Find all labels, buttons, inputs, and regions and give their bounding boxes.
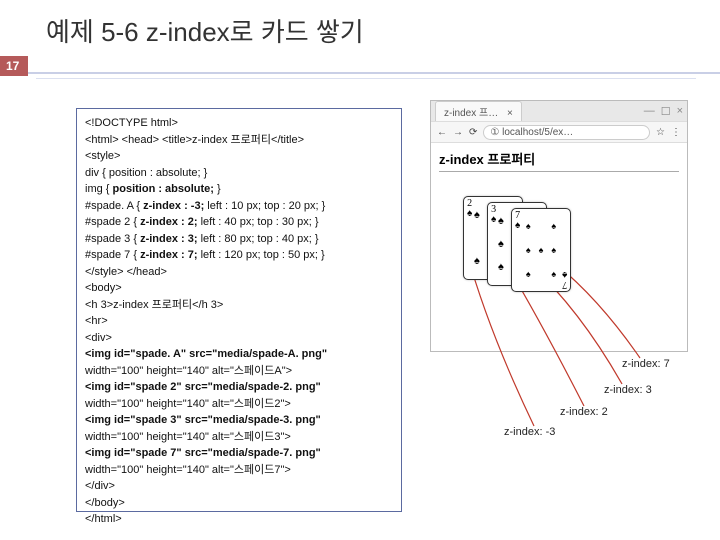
window-minimize-icon[interactable]: — — [644, 105, 655, 118]
browser-window: z-index 프… × — ☐ × ← → ⟳ ① localhost/5/e… — [430, 100, 688, 352]
code-line: </html> — [85, 511, 393, 528]
tab-close-icon[interactable]: × — [507, 108, 513, 119]
browser-tabbar: z-index 프… × — ☐ × — [431, 101, 687, 121]
annotation-z3: z-index: 3 — [604, 384, 652, 396]
code-line: <div> — [85, 330, 393, 347]
code-line: #spade 3 { z-index : 3; left : 80 px; to… — [85, 231, 393, 248]
code-line: #spade 2 { z-index : 2; left : 40 px; to… — [85, 214, 393, 231]
code-line: <style> — [85, 148, 393, 165]
kebab-menu-icon[interactable]: ⋮ — [671, 127, 681, 138]
page-heading: z-index 프로퍼티 — [431, 143, 687, 168]
window-close-icon[interactable]: × — [677, 105, 683, 118]
page-number-badge: 17 — [0, 56, 28, 76]
nav-forward-icon[interactable]: → — [453, 127, 463, 138]
divider — [36, 78, 696, 79]
code-line: width="100" height="140" alt="스페이드2"> — [85, 396, 393, 413]
code-line: <img id="spade. A" src="media/spade-A. p… — [85, 346, 393, 363]
slide-title: 예제 5-6 z-index로 카드 쌓기 — [0, 0, 720, 57]
code-line: <hr> — [85, 313, 393, 330]
code-line: width="100" height="140" alt="스페이드A"> — [85, 363, 393, 380]
annotation-z7: z-index: 7 — [622, 358, 670, 370]
code-line: </div> — [85, 478, 393, 495]
code-line: width="100" height="140" alt="스페이드7"> — [85, 462, 393, 479]
browser-viewport: z-index 프로퍼티 A♠ ♠ A♠ 2♠ ♠♠ 2♠ 3♠ ♠♠♠ 3♠ — [431, 143, 687, 351]
code-line: <img id="spade 3" src="media/spade-3. pn… — [85, 412, 393, 429]
nav-reload-icon[interactable]: ⟳ — [469, 127, 477, 138]
code-line: <!DOCTYPE html> — [85, 115, 393, 132]
code-line: <html> <head> <title>z-index 프로퍼티</title… — [85, 132, 393, 149]
card-spade-7: 7♠ ♠♠ ♠♠♠ ♠♠ 7♠ — [511, 208, 571, 292]
tab-title: z-index 프… — [444, 108, 498, 119]
page-hr — [439, 171, 679, 172]
code-line: img { position : absolute; } — [85, 181, 393, 198]
bookmark-star-icon[interactable]: ☆ — [656, 127, 665, 138]
code-line: </style> </head> — [85, 264, 393, 281]
address-bar[interactable]: ① localhost/5/ex… — [483, 125, 650, 140]
content-area: <!DOCTYPE html> <html> <head> <title>z-i… — [0, 84, 720, 540]
code-line: #spade 7 { z-index : 7; left : 120 px; t… — [85, 247, 393, 264]
nav-back-icon[interactable]: ← — [437, 127, 447, 138]
code-line: <img id="spade 7" src="media/spade-7. pn… — [85, 445, 393, 462]
window-maximize-icon[interactable]: ☐ — [661, 105, 671, 118]
code-line: div { position : absolute; } — [85, 165, 393, 182]
divider — [0, 72, 720, 74]
code-listing: <!DOCTYPE html> <html> <head> <title>z-i… — [76, 108, 402, 512]
card-stack: A♠ ♠ A♠ 2♠ ♠♠ 2♠ 3♠ ♠♠♠ 3♠ 7♠ ♠♠ — [439, 178, 679, 338]
browser-tab[interactable]: z-index 프… × — [435, 101, 522, 121]
code-line: <body> — [85, 280, 393, 297]
annotation-z2: z-index: 2 — [560, 406, 608, 418]
code-line: #spade. A { z-index : -3; left : 10 px; … — [85, 198, 393, 215]
code-line: <img id="spade 2" src="media/spade-2. pn… — [85, 379, 393, 396]
code-line: </body> — [85, 495, 393, 512]
code-line: <h 3>z-index 프로퍼티</h 3> — [85, 297, 393, 314]
code-line: width="100" height="140" alt="스페이드3"> — [85, 429, 393, 446]
annotation-zn3: z-index: -3 — [504, 426, 555, 438]
browser-toolbar: ← → ⟳ ① localhost/5/ex… ☆ ⋮ — [431, 121, 687, 143]
